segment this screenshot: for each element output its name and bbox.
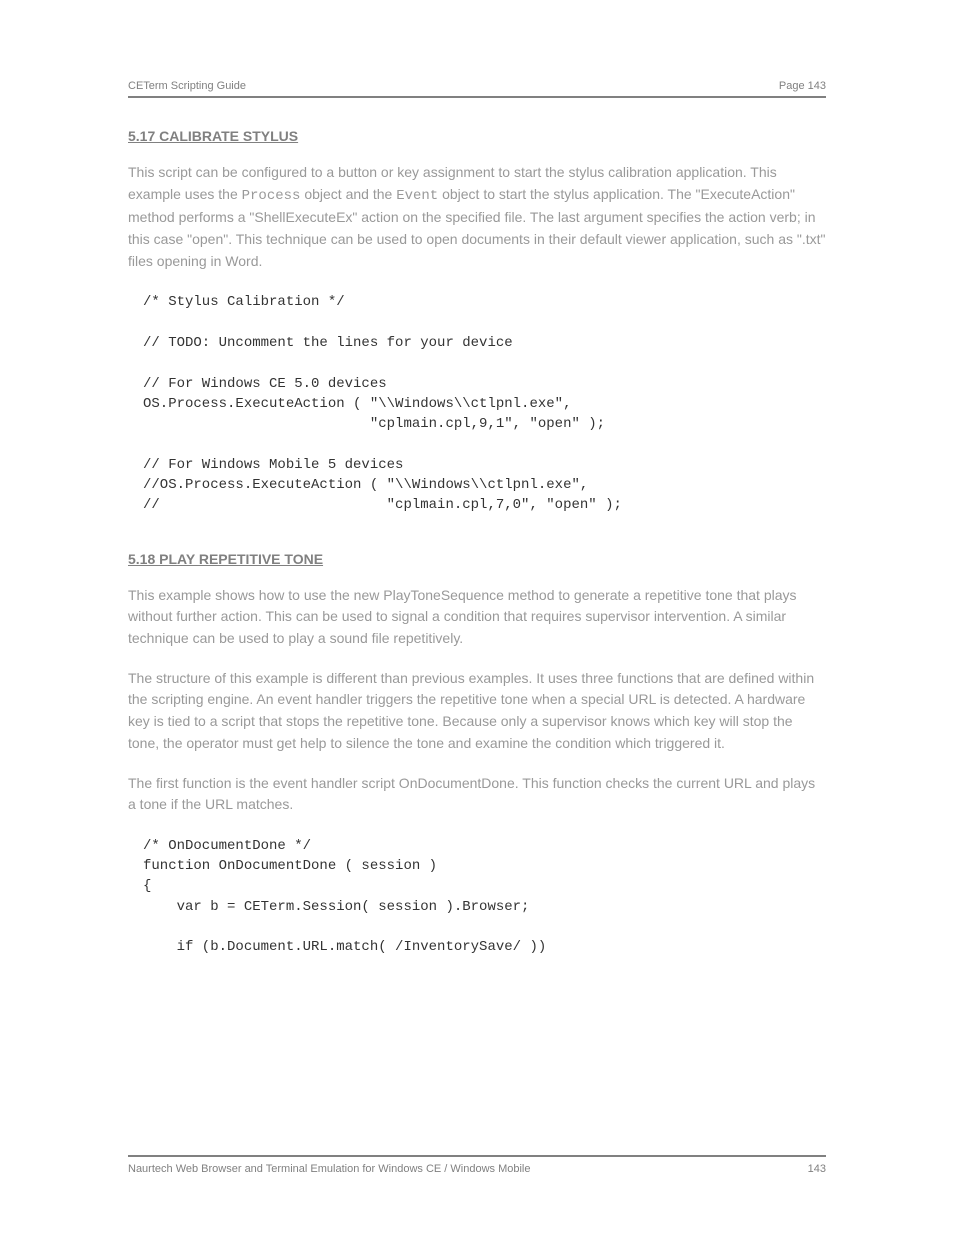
code-block-stylus: /* Stylus Calibration */ // TODO: Uncomm… [143, 292, 826, 515]
section2-para2: The structure of this example is differe… [128, 668, 826, 755]
page-footer: Naurtech Web Browser and Terminal Emulat… [128, 1155, 826, 1175]
section-heading-calibrate-stylus: 5.17 CALIBRATE STYLUS [128, 128, 826, 144]
section-heading-play-tone: 5.18 PLAY REPETITIVE TONE [128, 551, 826, 567]
footer-right: 143 [808, 1163, 826, 1175]
header-page: Page 143 [779, 80, 826, 92]
footer-left: Naurtech Web Browser and Terminal Emulat… [128, 1163, 530, 1175]
code-block-ondocumentdone: /* OnDocumentDone */ function OnDocument… [143, 836, 826, 958]
section2-para3: The first function is the event handler … [128, 773, 826, 816]
section2-para1: This example shows how to use the new Pl… [128, 585, 826, 650]
page-header: CETerm Scripting Guide Page 143 [128, 80, 826, 98]
header-title: CETerm Scripting Guide [128, 80, 246, 92]
section1-paragraph: This script can be configured to a butto… [128, 162, 826, 272]
